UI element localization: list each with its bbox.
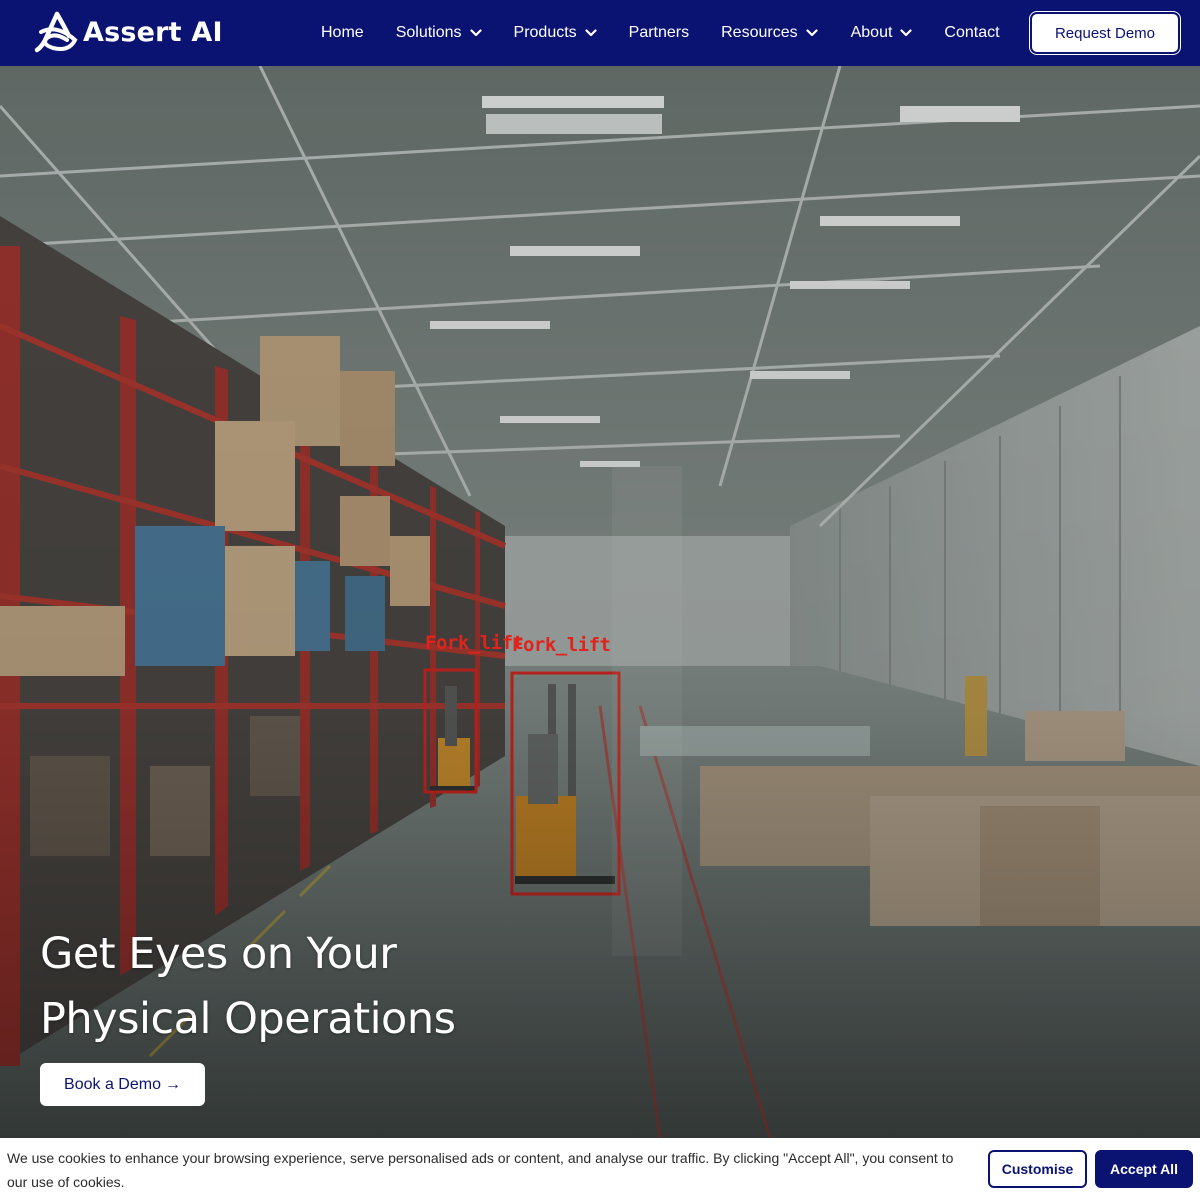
nav-item-label: About (850, 24, 893, 41)
request-demo-button[interactable]: Request Demo (1030, 12, 1180, 54)
nav-item-resources[interactable]: Resources (721, 0, 818, 66)
nav-item-solutions[interactable]: Solutions (396, 0, 482, 66)
chevron-down-icon (469, 29, 482, 37)
nav-item-label: Products (513, 24, 577, 41)
chevron-down-icon (900, 29, 913, 37)
nav-item-label: Solutions (395, 24, 462, 41)
nav-item-label: Contact (944, 24, 1000, 41)
book-demo-label: Book a Demo (64, 1075, 161, 1093)
nav-item-partners[interactable]: Partners (629, 0, 689, 66)
cookie-consent-text: We use cookies to enhance your browsing … (7, 1150, 954, 1190)
assert-ai-logo-icon (34, 11, 78, 53)
nav-item-label: Resources (721, 24, 798, 41)
arrow-right-icon: → (164, 1075, 181, 1093)
nav-item-label: Home (321, 24, 364, 41)
cookie-consent-bar: We use cookies to enhance your browsing … (0, 1138, 1200, 1200)
customise-button[interactable]: Customise (988, 1150, 1087, 1188)
detection-label: Fork_lift (512, 634, 611, 656)
nav-item-home[interactable]: Home (321, 0, 364, 66)
top-navbar: Assert AI Home Solutions Products Partne… (0, 0, 1200, 66)
nav-item-about[interactable]: About (851, 0, 913, 66)
chevron-down-icon (806, 29, 818, 37)
nav-item-label: Partners (628, 24, 690, 41)
detection-label: Fork_lift (425, 632, 524, 654)
hero-title-line: Get Eyes on Your (40, 929, 397, 979)
hero-title: Get Eyes on Your Physical Operations (40, 922, 560, 1052)
nav-item-products[interactable]: Products (514, 0, 597, 66)
brand-name: Assert AI (83, 16, 223, 48)
book-demo-button[interactable]: Book a Demo → (40, 1063, 205, 1106)
main-nav: Home Solutions Products Partners Resourc… (321, 0, 1000, 66)
hero-title-line: Physical Operations (40, 994, 456, 1044)
chevron-down-icon (585, 29, 597, 37)
hero-section: Fork_lift Fork_lift Get Eyes on Your Phy… (0, 66, 1200, 1138)
nav-item-contact[interactable]: Contact (944, 0, 999, 66)
brand-logo[interactable]: Assert AI (33, 9, 223, 55)
accept-all-button[interactable]: Accept All (1095, 1150, 1193, 1188)
